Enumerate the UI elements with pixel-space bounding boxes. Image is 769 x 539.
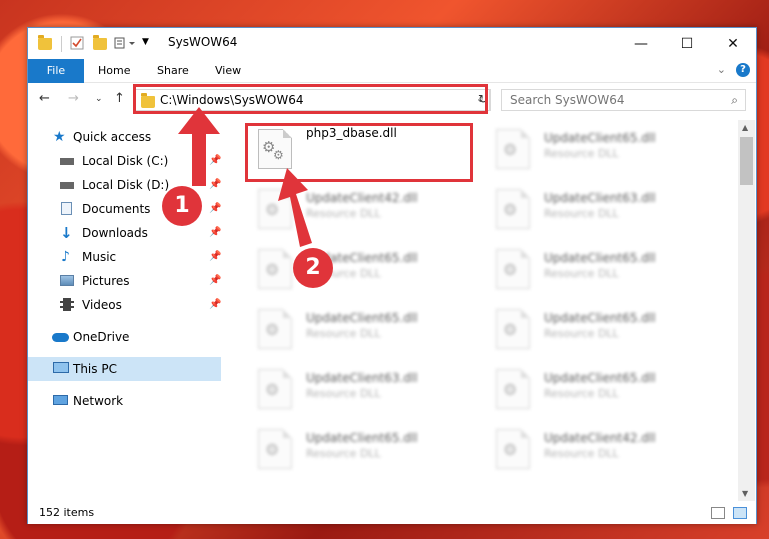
callout-step-1: 1 xyxy=(162,186,202,226)
callout-arrows xyxy=(178,107,312,247)
arrow-to-address xyxy=(178,107,220,186)
arrow-to-file xyxy=(278,168,312,247)
callout-step-2: 2 xyxy=(293,248,333,288)
